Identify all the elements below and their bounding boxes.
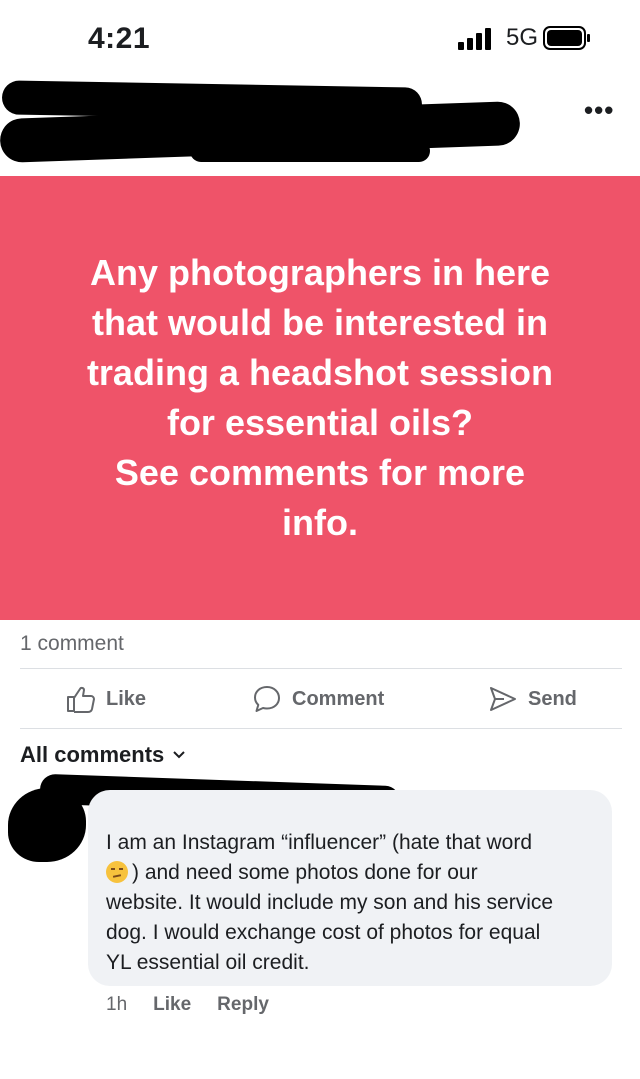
post-line: that would be interested in [91, 302, 549, 343]
status-bar: 4:21 5G [0, 0, 640, 80]
like-button[interactable]: Like [66, 684, 146, 714]
like-label: Like [106, 687, 147, 710]
comment-line: I am an Instagram “influencer” (hate tha… [106, 831, 533, 854]
network-type: 5G [506, 24, 539, 51]
comment-count[interactable]: 1 comment [20, 632, 124, 656]
comment-line: ) and need some photos done for our [132, 861, 478, 884]
send-arrow-icon [490, 687, 516, 711]
comment-line-with-emoji: ) and need some photos done for our [106, 858, 606, 888]
comment-like-button[interactable]: Like [153, 994, 191, 1016]
chevron-down-icon [173, 751, 185, 759]
redacted-header-name-3 [190, 140, 430, 162]
comment-meta: 1h Like Reply [106, 994, 269, 1016]
post-line: trading a headshot session [86, 352, 554, 393]
all-comments-label: All comments [20, 742, 165, 767]
comment-line: YL essential oil credit. [106, 951, 310, 974]
comment-timestamp: 1h [106, 994, 128, 1015]
comment-button[interactable]: Comment [252, 684, 384, 714]
battery-icon [543, 26, 590, 50]
comment-reply-button[interactable]: Reply [217, 994, 269, 1016]
speech-bubble-icon [254, 686, 280, 712]
signal-icon [458, 28, 491, 50]
divider [20, 728, 622, 729]
post-line: for essential oils? [166, 402, 474, 443]
more-options-icon[interactable]: ••• [584, 97, 614, 123]
status-time: 4:21 [88, 22, 151, 55]
smirk-emoji-icon [106, 861, 128, 883]
comment-label: Comment [292, 687, 385, 710]
divider [20, 668, 622, 669]
post-text-card: Any photographers in here that would be … [0, 176, 640, 620]
thumbs-up-icon [67, 686, 95, 713]
all-comments-dropdown[interactable]: All comments [20, 742, 186, 768]
send-button[interactable]: Send [488, 684, 577, 714]
comment-line: website. It would include my son and his… [106, 891, 554, 914]
post-line: Any photographers in here [89, 252, 551, 293]
post-line: info. [282, 502, 358, 543]
send-label: Send [528, 687, 577, 710]
post-text: Any photographers in here that would be … [40, 248, 600, 548]
comment-line: dog. I would exchange cost of photos for… [106, 921, 541, 944]
comment-text: I am an Instagram “influencer” (hate tha… [106, 828, 606, 978]
post-line: See comments for more [114, 452, 526, 493]
